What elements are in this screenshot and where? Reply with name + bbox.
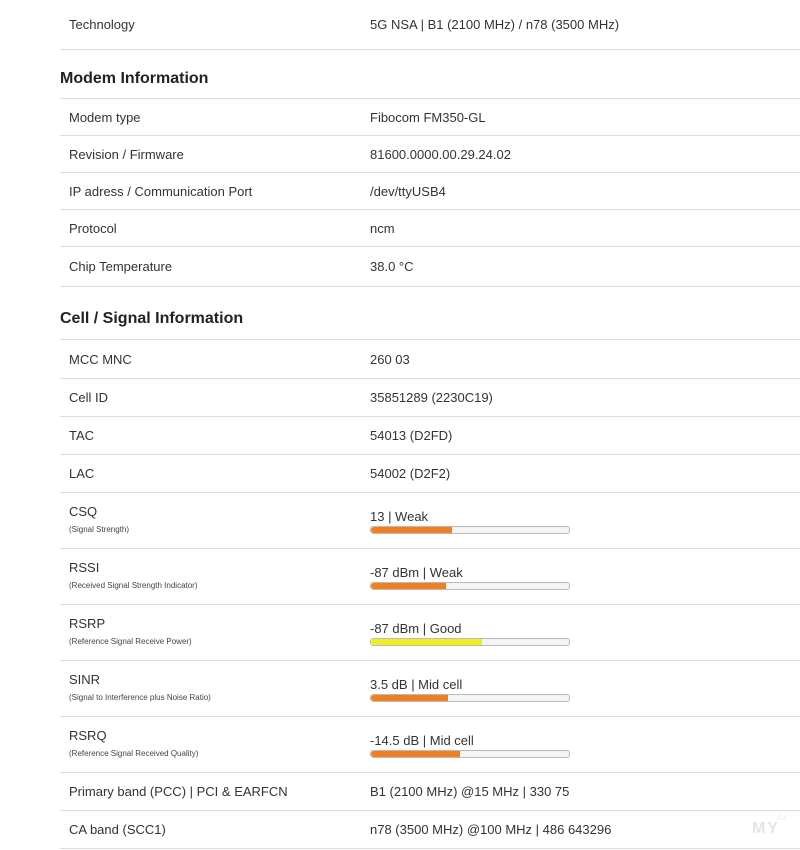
- row-label: IP adress / Communication Port: [69, 183, 253, 199]
- signal-bar-rsrp: [370, 638, 570, 646]
- row-label: MCC MNC: [69, 351, 132, 367]
- row-value: Fibocom FM350-GL: [370, 109, 486, 125]
- table-row-cell-id: Cell ID 35851289 (2230C19): [60, 379, 800, 417]
- table-row-lac: LAC 54002 (D2F2): [60, 455, 800, 493]
- table-row-ca-band: CA band (SCC1) n78 (3500 MHz) @100 MHz |…: [60, 811, 800, 849]
- overview-table: Technology 5G NSA | B1 (2100 MHz) / n78 …: [60, 0, 800, 50]
- signal-bar-fill: [371, 639, 482, 645]
- table-row-technology: Technology 5G NSA | B1 (2100 MHz) / n78 …: [60, 0, 800, 50]
- section-title-cell: Cell / Signal Information: [60, 310, 244, 327]
- row-value: 54002 (D2F2): [370, 466, 451, 481]
- row-sublabel: (Signal Strength): [69, 525, 130, 534]
- row-label: Revision / Firmware: [69, 146, 184, 162]
- row-value: 3.5 dB | Mid cell: [370, 677, 463, 692]
- table-row-temperature: Chip Temperature 38.0 °C: [60, 247, 800, 287]
- row-value: 260 03: [370, 351, 410, 367]
- row-value: 54013 (D2FD): [370, 428, 453, 443]
- table-row-port: IP adress / Communication Port /dev/ttyU…: [60, 173, 800, 210]
- row-label: Primary band (PCC) | PCI & EARFCN: [69, 784, 288, 799]
- row-value-group: -87 dBm | Weak: [370, 549, 800, 590]
- row-label: Protocol: [69, 220, 117, 236]
- row-value-group: 3.5 dB | Mid cell: [370, 661, 800, 702]
- row-label: SINR: [69, 672, 101, 687]
- row-value: B1 (2100 MHz) @15 MHz | 330 75: [370, 784, 570, 799]
- table-row-rsrp: RSRP (Reference Signal Receive Power) -8…: [60, 605, 800, 661]
- row-label: Technology: [69, 17, 135, 32]
- table-row-rsrq: RSRQ (Reference Signal Received Quality)…: [60, 717, 800, 773]
- signal-bar-rsrq: [370, 750, 570, 758]
- row-label-group: RSRQ (Reference Signal Received Quality): [60, 717, 370, 758]
- row-label: RSRQ: [69, 728, 107, 743]
- row-label: RSSI: [69, 560, 100, 575]
- signal-bar-csq: [370, 526, 570, 534]
- row-label: CSQ: [69, 504, 98, 519]
- row-value-group: -14.5 dB | Mid cell: [370, 717, 800, 758]
- table-row-tac: TAC 54013 (D2FD): [60, 417, 800, 455]
- cell-table: MCC MNC 260 03 Cell ID 35851289 (2230C19…: [60, 339, 800, 849]
- row-value: 13 | Weak: [370, 509, 429, 524]
- row-label: RSRP: [69, 616, 106, 631]
- table-row-firmware: Revision / Firmware 81600.0000.00.29.24.…: [60, 136, 800, 173]
- table-row-csq: CSQ (Signal Strength) 13 | Weak: [60, 493, 800, 549]
- row-sublabel: (Signal to Interference plus Noise Ratio…: [69, 693, 211, 702]
- row-label-group: CSQ (Signal Strength): [60, 493, 370, 534]
- table-row-sinr: SINR (Signal to Interference plus Noise …: [60, 661, 800, 717]
- table-row-modem-type: Modem type Fibocom FM350-GL: [60, 99, 800, 136]
- signal-bar-rssi: [370, 582, 570, 590]
- table-row-primary-band: Primary band (PCC) | PCI & EARFCN B1 (21…: [60, 773, 800, 811]
- row-value: /dev/ttyUSB4: [370, 183, 446, 199]
- watermark-logo: MY: [752, 820, 780, 837]
- row-value-group: -87 dBm | Good: [370, 605, 800, 646]
- row-value: ncm: [370, 220, 395, 236]
- row-label: Cell ID: [69, 390, 109, 405]
- signal-bar-fill: [371, 527, 453, 533]
- row-label-group: RSSI (Received Signal Strength Indicator…: [60, 549, 370, 590]
- row-label-group: SINR (Signal to Interference plus Noise …: [60, 661, 370, 702]
- table-row-rssi: RSSI (Received Signal Strength Indicator…: [60, 549, 800, 605]
- signal-bar-fill: [371, 751, 461, 757]
- row-value-group: 13 | Weak: [370, 493, 800, 534]
- row-sublabel: (Reference Signal Receive Power): [69, 637, 192, 646]
- signal-bar-sinr: [370, 694, 570, 702]
- row-value: -87 dBm | Good: [370, 621, 462, 636]
- status-page: Technology 5G NSA | B1 (2100 MHz) / n78 …: [60, 0, 800, 849]
- row-value: 81600.0000.00.29.24.02: [370, 146, 511, 162]
- row-label: Modem type: [69, 109, 141, 125]
- signal-bar-fill: [371, 583, 447, 589]
- row-value: -87 dBm | Weak: [370, 565, 463, 580]
- row-label: Chip Temperature: [69, 259, 173, 274]
- row-label: CA band (SCC1): [69, 822, 166, 837]
- signal-bar-fill: [371, 695, 449, 701]
- row-value: 35851289 (2230C19): [370, 390, 493, 405]
- section-title-modem: Modem Information: [60, 70, 209, 87]
- row-label: LAC: [69, 466, 95, 481]
- row-label: TAC: [69, 428, 95, 443]
- table-row-protocol: Protocol ncm: [60, 210, 800, 247]
- row-label-group: RSRP (Reference Signal Receive Power): [60, 605, 370, 646]
- row-value: 5G NSA | B1 (2100 MHz) / n78 (3500 MHz): [370, 17, 620, 32]
- row-value: 38.0 °C: [370, 259, 414, 274]
- modem-table: Modem type Fibocom FM350-GL Revision / F…: [60, 98, 800, 287]
- row-value: -14.5 dB | Mid cell: [370, 733, 474, 748]
- row-sublabel: (Reference Signal Received Quality): [69, 749, 199, 758]
- table-row-mcc-mnc: MCC MNC 260 03: [60, 340, 800, 379]
- row-sublabel: (Received Signal Strength Indicator): [69, 581, 198, 590]
- row-value: n78 (3500 MHz) @100 MHz | 486 643296: [370, 822, 612, 837]
